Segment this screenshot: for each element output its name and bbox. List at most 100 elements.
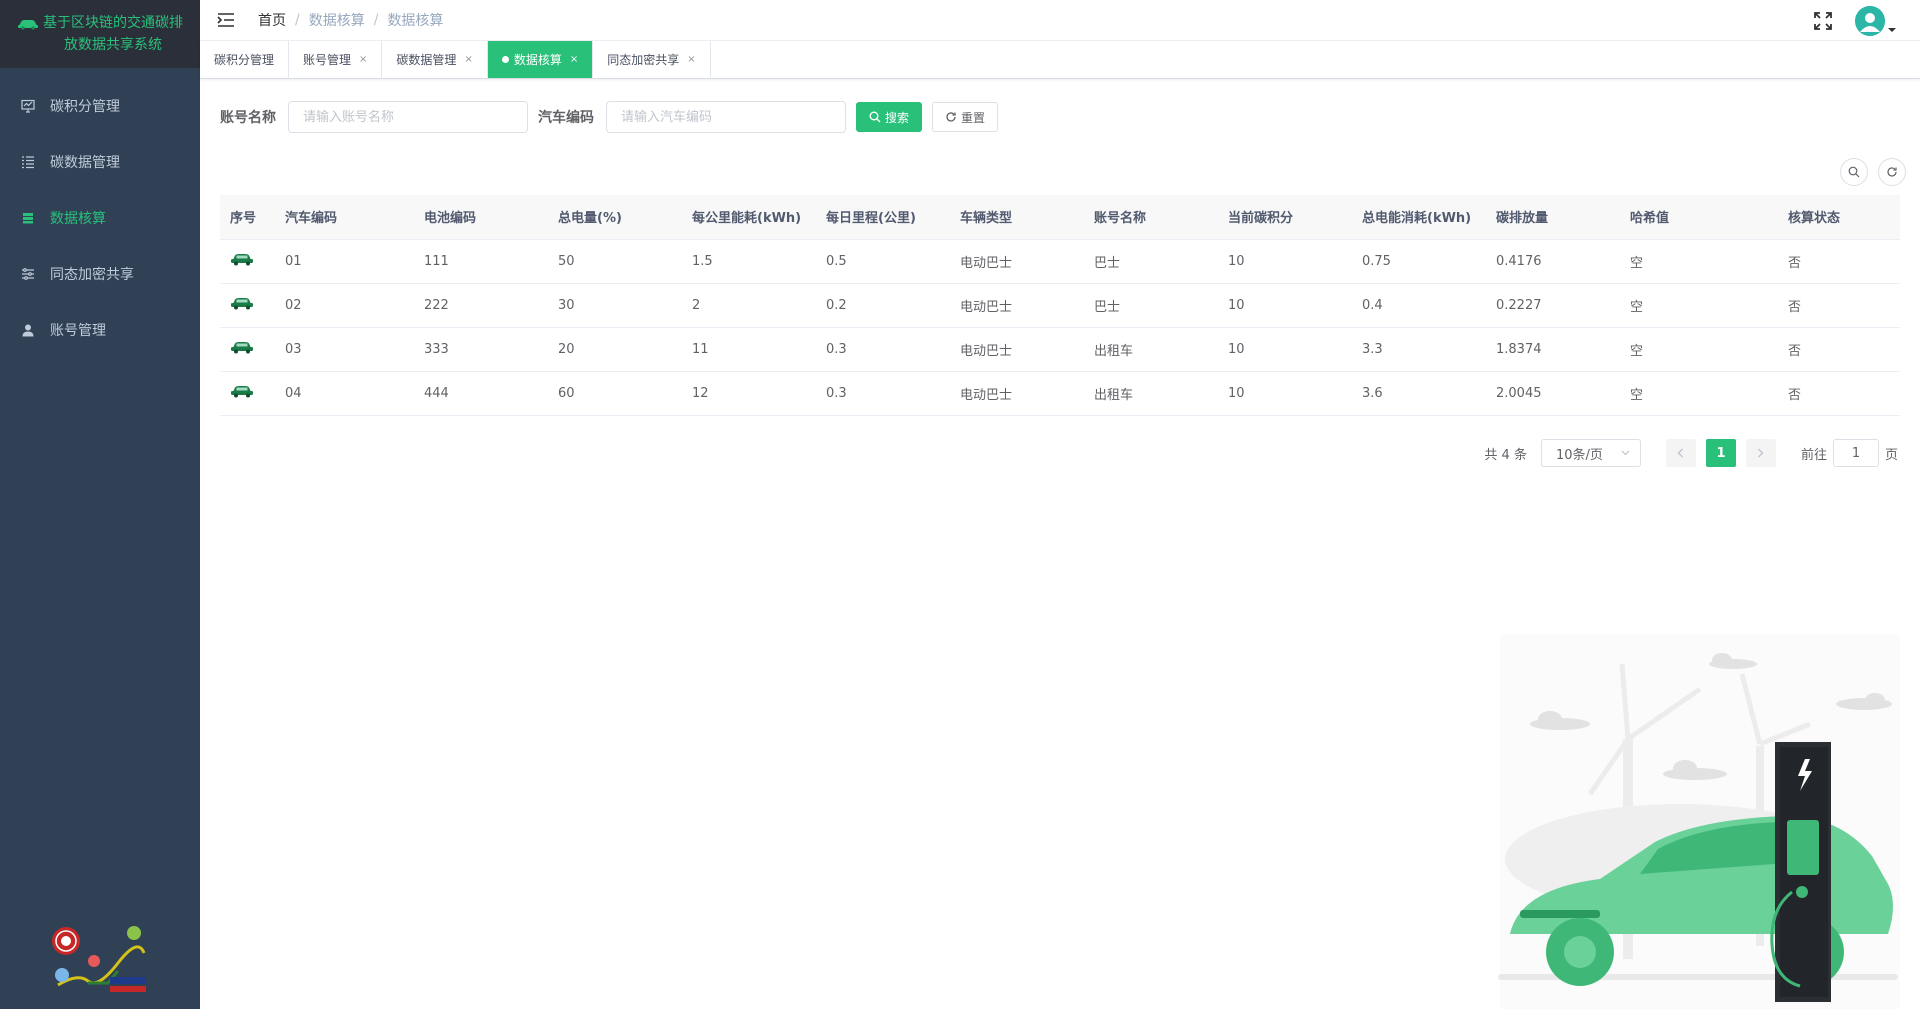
table-cell: 10	[1218, 239, 1352, 284]
search-button[interactable]: 搜索	[856, 102, 923, 132]
table-cell: 0.2	[816, 283, 950, 328]
close-icon[interactable]: ×	[464, 54, 472, 65]
table-cell: 222	[414, 283, 548, 328]
breadcrumb-separator: /	[295, 12, 300, 28]
column-header: 哈希值	[1620, 195, 1778, 240]
table-cell: 否	[1778, 371, 1900, 416]
table-cell: 0.4176	[1486, 239, 1620, 284]
goto-page-input[interactable]	[1832, 439, 1879, 467]
table-cell: 01	[275, 239, 414, 284]
tab-label: 账号管理	[303, 53, 352, 67]
car-code-label: 汽车编码	[538, 110, 594, 126]
breadcrumb-separator: /	[373, 12, 379, 28]
user-icon	[20, 322, 36, 338]
sidebar-item-carbon-points[interactable]: 碳积分管理	[0, 78, 200, 134]
avatar[interactable]	[1855, 5, 1885, 36]
table-cell: 否	[1778, 283, 1900, 328]
table-cell: 电动巴士	[950, 283, 1084, 328]
close-icon[interactable]: ×	[359, 54, 367, 65]
sidebar-item-label: 数据核算	[50, 211, 106, 227]
row-car-icon	[220, 239, 275, 284]
refresh-table-button[interactable]	[1878, 158, 1906, 186]
data-table: 序号 汽车编码 电池编码 总电量(%) 每公里能耗(kWh) 每日里程(公里) …	[220, 195, 1900, 416]
close-icon[interactable]: ×	[687, 54, 695, 65]
search-icon	[869, 111, 881, 123]
sidebar-item-label: 碳数据管理	[50, 155, 120, 171]
list-icon	[20, 154, 36, 170]
page-number-button[interactable]: 1	[1705, 439, 1736, 467]
avatar-dropdown-caret-icon[interactable]	[1888, 27, 1896, 32]
table-cell: 空	[1620, 283, 1778, 328]
university-logo	[48, 923, 154, 995]
tab-data-accounting[interactable]: 数据核算 ×	[487, 41, 594, 78]
table-cell: 10	[1218, 327, 1352, 372]
table-cell: 3.6	[1352, 371, 1486, 416]
row-car-icon	[220, 327, 275, 372]
table-cell: 巴士	[1084, 283, 1218, 328]
app-title-line1: 基于区块链的交通碳排	[43, 15, 183, 31]
sidebar: 基于区块链的交通碳排 放数据共享系统 碳积分管理 碳数据管理 数据核算 同态加密…	[0, 0, 200, 1009]
table-cell: 03	[275, 327, 414, 372]
hamburger-icon[interactable]	[216, 10, 236, 30]
column-header: 电池编码	[414, 195, 548, 240]
tab-carbon-points[interactable]: 碳积分管理	[200, 41, 290, 78]
table-cell: 空	[1620, 327, 1778, 372]
table-cell: 空	[1620, 239, 1778, 284]
sidebar-item-carbon-data[interactable]: 碳数据管理	[0, 134, 200, 190]
page-suffix-label: 页	[1884, 447, 1898, 463]
prev-page-button[interactable]	[1665, 439, 1696, 467]
page-size-select[interactable]: 10条/页	[1540, 439, 1641, 467]
sidebar-item-label: 账号管理	[50, 323, 106, 339]
chevron-right-icon	[1758, 448, 1764, 458]
column-header: 序号	[220, 195, 275, 240]
table-cell: 巴士	[1084, 239, 1218, 284]
search-form: 账号名称 汽车编码 搜索 重置	[220, 101, 999, 133]
app-logo-area: 基于区块链的交通碳排 放数据共享系统	[0, 0, 200, 68]
toggle-search-button[interactable]	[1840, 158, 1868, 186]
table-cell: 0.5	[816, 239, 950, 284]
column-header: 当前碳积分	[1218, 195, 1352, 240]
column-header: 核算状态	[1778, 195, 1900, 240]
table-cell: 出租车	[1084, 327, 1218, 372]
app-title-line2: 放数据共享系统	[64, 37, 162, 53]
car-code-input[interactable]	[606, 101, 846, 133]
refresh-icon	[946, 112, 956, 122]
table-cell: 电动巴士	[950, 239, 1084, 284]
sidebar-item-label: 同态加密共享	[50, 267, 134, 283]
page-size-value: 10条/页	[1555, 447, 1603, 463]
table-cell: 444	[414, 371, 548, 416]
reset-button[interactable]: 重置	[932, 102, 999, 132]
breadcrumb-home[interactable]: 首页	[258, 10, 286, 30]
top-navbar: 首页 / 数据核算 / 数据核算	[200, 0, 1920, 41]
table-cell: 10	[1218, 283, 1352, 328]
reset-button-label: 重置	[961, 110, 986, 125]
table-cell: 333	[414, 327, 548, 372]
table-cell: 空	[1620, 371, 1778, 416]
tab-carbon-data[interactable]: 碳数据管理 ×	[382, 41, 488, 78]
next-page-button[interactable]	[1745, 439, 1776, 467]
table-cell: 否	[1778, 327, 1900, 372]
column-header: 汽车编码	[275, 195, 414, 240]
tab-account-management[interactable]: 账号管理 ×	[289, 41, 383, 78]
table-cell: 否	[1778, 239, 1900, 284]
tab-label: 数据核算	[513, 53, 562, 67]
sidebar-item-homomorphic-sharing[interactable]: 同态加密共享	[0, 246, 200, 302]
database-icon	[20, 210, 36, 226]
account-name-input[interactable]	[288, 101, 528, 133]
table-cell: 0.2227	[1486, 283, 1620, 328]
column-header: 碳排放量	[1486, 195, 1620, 240]
table-row: 02 222 30 2 0.2 电动巴士 巴士 10 0.4 0.2227 空 …	[220, 283, 1900, 328]
sidebar-item-account-management[interactable]: 账号管理	[0, 302, 200, 358]
sidebar-item-label: 碳积分管理	[50, 99, 120, 115]
fullscreen-icon[interactable]	[1813, 11, 1833, 31]
goto-label: 前往	[1800, 447, 1827, 463]
table-row: 01 111 50 1.5 0.5 电动巴士 巴士 10 0.75 0.4176…	[220, 239, 1900, 284]
sidebar-item-data-accounting[interactable]: 数据核算	[0, 190, 200, 246]
search-icon	[1848, 166, 1860, 178]
tab-homomorphic-sharing[interactable]: 同态加密共享 ×	[593, 41, 711, 78]
close-icon[interactable]: ×	[570, 54, 578, 65]
table-cell: 2.0045	[1486, 371, 1620, 416]
table-cell: 60	[548, 371, 682, 416]
tab-label: 碳积分管理	[214, 53, 275, 67]
chevron-left-icon	[1677, 448, 1684, 458]
